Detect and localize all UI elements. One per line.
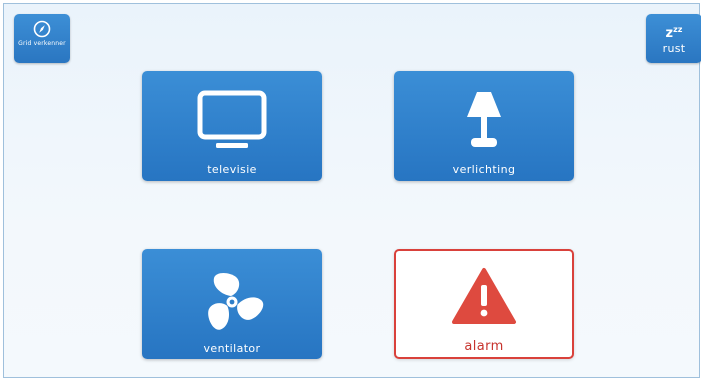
tile-label-alarm: alarm bbox=[464, 339, 504, 354]
fan-icon bbox=[208, 273, 264, 330]
tile-television[interactable]: televisie bbox=[142, 71, 322, 181]
tile-alarm[interactable]: alarm bbox=[394, 249, 574, 359]
lamp-icon bbox=[467, 92, 501, 147]
compass-icon bbox=[33, 20, 51, 38]
rest-button[interactable]: zzz rust bbox=[646, 14, 701, 63]
tv-icon bbox=[197, 90, 267, 148]
grid-explorer-label: Grid verkenner bbox=[18, 40, 66, 47]
tile-fan[interactable]: ventilator bbox=[142, 249, 322, 359]
rest-label: rust bbox=[662, 42, 686, 55]
grid-explorer-button[interactable]: Grid verkenner bbox=[14, 14, 70, 63]
warning-icon bbox=[452, 268, 516, 324]
sleep-icon: zzz bbox=[665, 25, 683, 41]
tile-label-lighting: verlichting bbox=[452, 163, 516, 176]
tile-lighting[interactable]: verlichting bbox=[394, 71, 574, 181]
tile-label-fan: ventilator bbox=[203, 342, 261, 355]
app-screen: Grid verkenner zzz rust televisie verlic… bbox=[3, 3, 701, 378]
tile-label-television: televisie bbox=[207, 163, 257, 176]
